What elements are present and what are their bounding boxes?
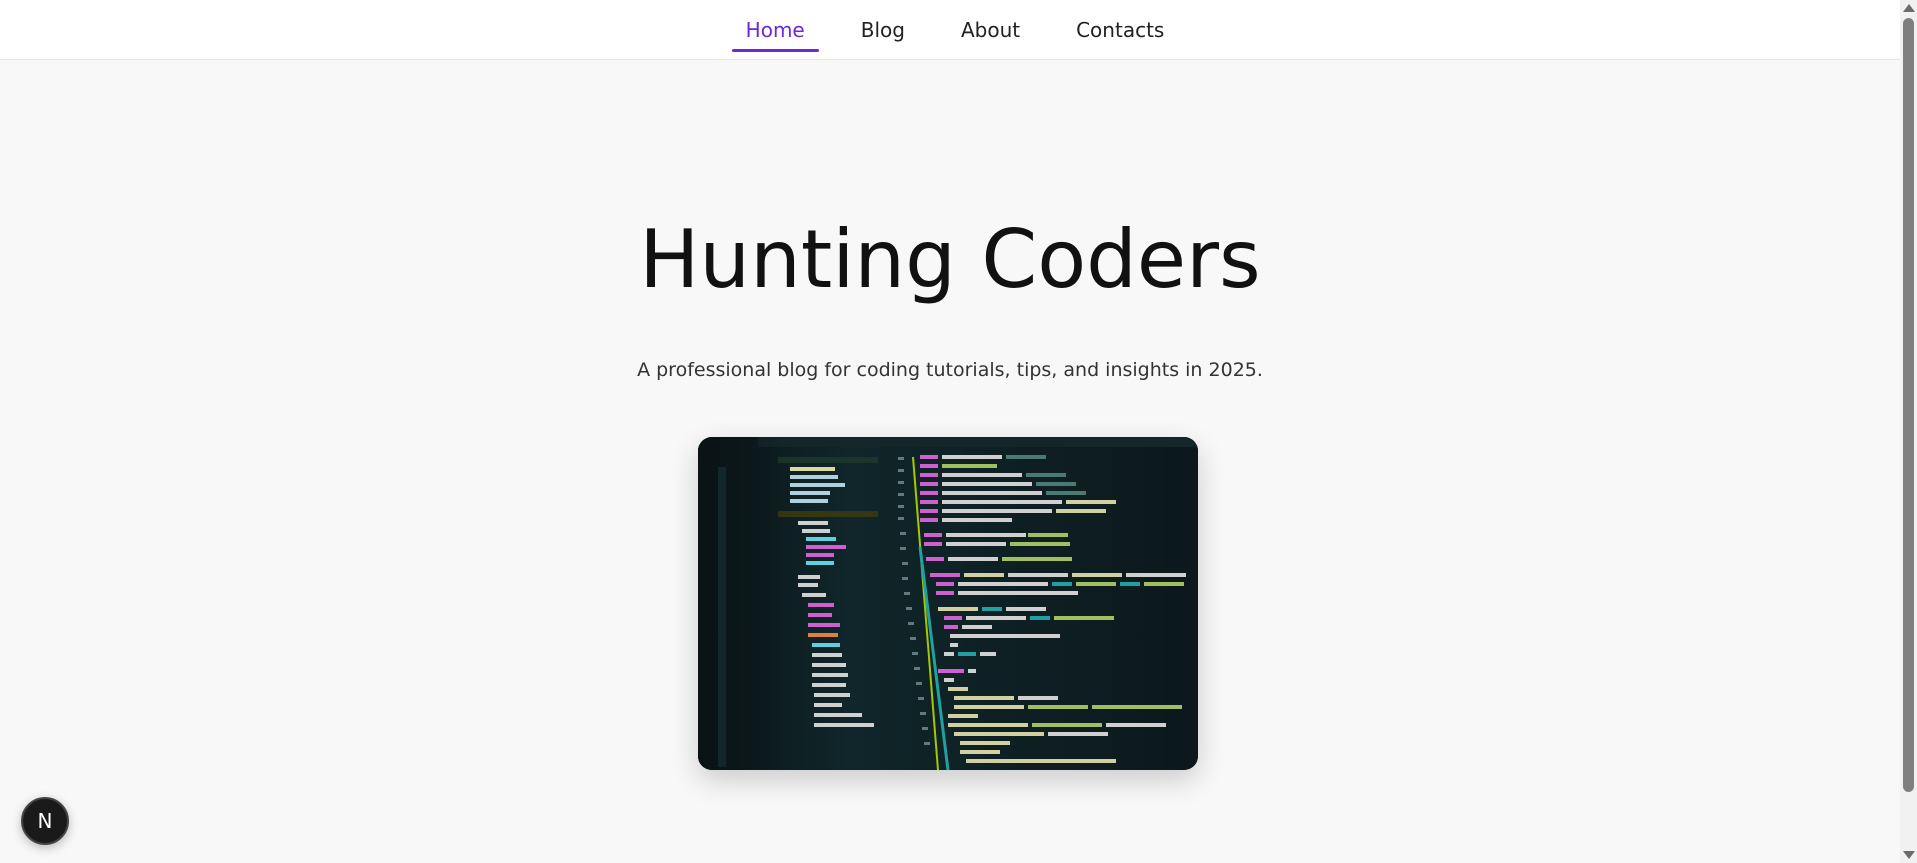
hero-subtitle: A professional blog for coding tutorials… [637, 359, 1263, 381]
nav-link-contacts[interactable]: Contacts [1062, 18, 1178, 50]
nav-link-blog[interactable]: Blog [847, 18, 919, 50]
page: Home Blog About Contacts Hunting Coders … [0, 0, 1917, 863]
nextjs-logo-icon[interactable]: N [21, 797, 69, 845]
nav-links: Home Blog About Contacts [718, 18, 1193, 52]
hero-code-image [698, 437, 1198, 770]
nav-link-about[interactable]: About [947, 18, 1034, 50]
scrollbar-thumb[interactable] [1903, 18, 1914, 792]
hero-title: Hunting Coders [639, 213, 1261, 306]
top-navigation: Home Blog About Contacts [0, 0, 1900, 60]
code-editor-illustration [698, 437, 1198, 770]
scroll-down-arrow-icon[interactable] [1903, 851, 1915, 859]
vertical-scrollbar[interactable] [1900, 0, 1917, 863]
scroll-up-arrow-icon[interactable] [1903, 4, 1915, 12]
nav-link-home[interactable]: Home [731, 18, 819, 52]
